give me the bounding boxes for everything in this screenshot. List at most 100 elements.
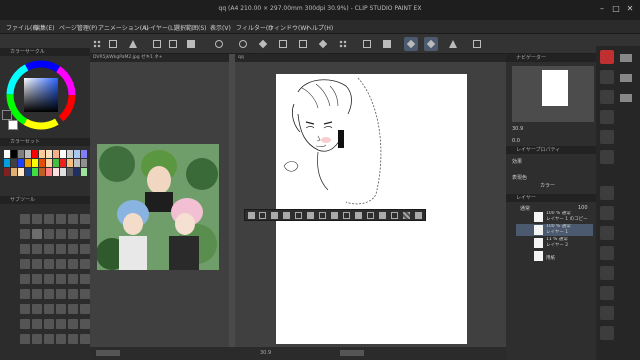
color-swatch[interactable]	[46, 159, 52, 167]
deselect-icon[interactable]	[259, 212, 266, 219]
subtool-button[interactable]	[56, 229, 66, 239]
subtool-button[interactable]	[20, 259, 30, 269]
clear-button[interactable]	[150, 37, 164, 51]
subtool-button[interactable]	[68, 229, 78, 239]
subtool-button[interactable]	[56, 214, 66, 224]
subtool-button[interactable]	[44, 214, 54, 224]
color-swatch[interactable]	[74, 150, 80, 158]
new-layer-icon[interactable]	[355, 212, 362, 219]
subtool-button[interactable]	[32, 274, 42, 284]
color-swatch[interactable]	[53, 159, 59, 167]
pen-icon[interactable]	[600, 186, 614, 200]
frame-icon[interactable]	[600, 286, 614, 300]
color-swatch[interactable]	[74, 159, 80, 167]
fill-button[interactable]	[446, 37, 460, 51]
color-swatch[interactable]	[53, 150, 59, 158]
layer-row[interactable]: 用紙	[516, 250, 593, 262]
gradient-icon[interactable]	[600, 246, 614, 260]
subtool-button[interactable]	[56, 304, 66, 314]
subtool-button[interactable]	[20, 334, 30, 344]
subtool-button[interactable]	[32, 229, 42, 239]
subtool-button[interactable]	[32, 319, 42, 329]
color-swatch[interactable]	[11, 168, 17, 176]
subtool-button[interactable]	[56, 244, 66, 254]
subtool-button[interactable]	[80, 229, 90, 239]
subtool-button[interactable]	[32, 334, 42, 344]
clear-icon[interactable]	[271, 212, 278, 219]
color-swatch[interactable]	[4, 168, 10, 176]
subtool-button[interactable]	[80, 214, 90, 224]
color-swatch[interactable]	[81, 168, 87, 176]
color-swatch[interactable]	[81, 150, 87, 158]
subtool-button[interactable]	[68, 304, 78, 314]
expand-icon[interactable]	[295, 212, 302, 219]
color-swatch[interactable]	[32, 168, 38, 176]
subtool-button[interactable]	[20, 229, 30, 239]
operation-icon[interactable]	[600, 326, 614, 340]
brush-icon[interactable]	[600, 70, 614, 84]
tab-reference-image[interactable]: DVR5jkWkgPaM2.jpg ゼキ1 ネ+	[90, 54, 229, 62]
maximize-button[interactable]: □	[610, 3, 622, 15]
subtool-button[interactable]	[80, 244, 90, 254]
material-icon[interactable]	[600, 130, 614, 144]
color-swatch[interactable]	[67, 150, 73, 158]
layers-icon[interactable]	[600, 90, 614, 104]
color-swatch[interactable]	[60, 168, 66, 176]
close-button[interactable]: ✕	[624, 3, 636, 15]
main-color-chip[interactable]	[2, 110, 12, 120]
redo-icon[interactable]	[379, 212, 386, 219]
menu-layer[interactable]: レイヤー(L)	[144, 23, 176, 32]
subtool-button[interactable]	[44, 319, 54, 329]
color-swatch[interactable]	[39, 159, 45, 167]
color-swatch[interactable]	[81, 159, 87, 167]
horizontal-scrollbar[interactable]	[96, 350, 120, 356]
subtool-button[interactable]	[32, 304, 42, 314]
subtool-button[interactable]	[56, 274, 66, 284]
cut-icon[interactable]	[283, 212, 290, 219]
color-swatch[interactable]	[18, 150, 24, 158]
color-swatch[interactable]	[67, 159, 73, 167]
flip-button[interactable]	[316, 37, 330, 51]
color-swatch[interactable]	[32, 150, 38, 158]
subtool-button[interactable]	[68, 334, 78, 344]
subtool-button[interactable]	[32, 259, 42, 269]
menu-view[interactable]: 表示(V)	[210, 23, 231, 32]
color-swatch[interactable]	[46, 168, 52, 176]
menu-icon[interactable]	[620, 54, 632, 62]
open-button[interactable]	[106, 37, 120, 51]
subtool-button[interactable]	[44, 289, 54, 299]
subtool-button[interactable]	[56, 259, 66, 269]
color-swatch[interactable]	[39, 150, 45, 158]
snap-grid-button[interactable]	[424, 37, 438, 51]
subtool-button[interactable]	[80, 274, 90, 284]
crop-icon[interactable]	[319, 212, 326, 219]
color-swatch[interactable]	[39, 168, 45, 176]
subtool-button[interactable]	[44, 229, 54, 239]
menu-window[interactable]: ウィンドウ(W)	[268, 23, 309, 32]
settings-icon[interactable]	[415, 212, 422, 219]
expression-color-value[interactable]: カラー	[540, 182, 555, 189]
menu-edit[interactable]: 編集(E)	[34, 23, 54, 32]
subtool-button[interactable]	[68, 259, 78, 269]
color-swatch[interactable]	[11, 159, 17, 167]
menu-icon[interactable]	[620, 94, 632, 102]
menu-page[interactable]: ページ管理(P)	[59, 23, 97, 32]
save-button[interactable]	[126, 37, 140, 51]
subtool-button[interactable]	[80, 334, 90, 344]
navigator-preview[interactable]	[512, 66, 594, 122]
subtool-button[interactable]	[32, 244, 42, 254]
snap-ruler-button[interactable]	[404, 37, 418, 51]
color-swatch[interactable]	[46, 150, 52, 158]
color-swatch[interactable]	[25, 168, 31, 176]
history-icon[interactable]	[600, 150, 614, 164]
layer-row[interactable]: 11 % 通常 レイヤー 2	[516, 237, 593, 249]
subtool-button[interactable]	[32, 214, 42, 224]
color-swatch[interactable]	[4, 159, 10, 167]
color-swatch[interactable]	[60, 159, 66, 167]
transform-icon[interactable]	[307, 212, 314, 219]
grip-icon[interactable]	[248, 212, 255, 219]
checker-icon[interactable]	[403, 212, 410, 219]
color-swatch[interactable]	[67, 168, 73, 176]
subtool-button[interactable]	[56, 289, 66, 299]
subtool-button[interactable]	[44, 304, 54, 314]
